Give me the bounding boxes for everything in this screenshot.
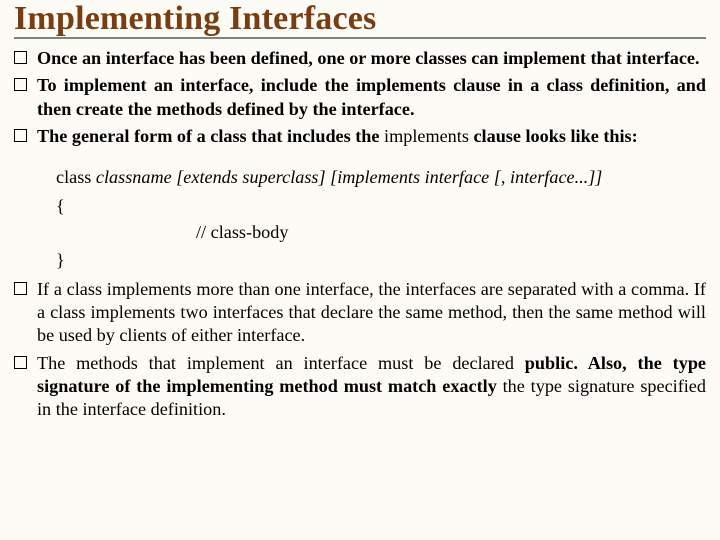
list-item: The general form of a class that include… — [14, 125, 706, 148]
bullet-text: The general form of a class that include… — [37, 125, 638, 148]
list-item: Once an interface has been defined, one … — [14, 47, 706, 70]
code-signature: classname [extends superclass] [implemen… — [91, 167, 602, 187]
bullet-text-part: clause looks like this: — [469, 126, 638, 146]
code-close-brace: } — [56, 247, 706, 273]
page-title: Implementing Interfaces — [14, 2, 706, 39]
keyword-class: class — [56, 167, 91, 187]
bullet-text-part: The general form of a class that include… — [37, 126, 384, 146]
keyword-implements: implements — [384, 126, 469, 146]
bullet-text: To implement an interface, include the i… — [37, 74, 706, 121]
checkbox-icon — [14, 129, 27, 142]
list-item: To implement an interface, include the i… — [14, 74, 706, 121]
bullet-text: Once an interface has been defined, one … — [37, 47, 700, 70]
bullet-text-part: The methods that implement an interface … — [37, 353, 525, 373]
list-item: The methods that implement an interface … — [14, 352, 706, 422]
keyword-public: public. — [525, 353, 578, 373]
bullet-text: If a class implements more than one inte… — [37, 278, 706, 348]
list-item: If a class implements more than one inte… — [14, 278, 706, 348]
code-body: // class-body — [196, 219, 706, 245]
checkbox-icon — [14, 282, 27, 295]
bullet-list-top: Once an interface has been defined, one … — [14, 47, 706, 148]
code-open-brace: { — [56, 193, 706, 219]
checkbox-icon — [14, 356, 27, 369]
slide: Implementing Interfaces Once an interfac… — [0, 0, 720, 540]
checkbox-icon — [14, 51, 27, 64]
code-block: class classname [extends superclass] [im… — [56, 164, 706, 274]
checkbox-icon — [14, 78, 27, 91]
code-line-signature: class classname [extends superclass] [im… — [56, 164, 706, 190]
bullet-text: The methods that implement an interface … — [37, 352, 706, 422]
bullet-list-bottom: If a class implements more than one inte… — [14, 278, 706, 422]
